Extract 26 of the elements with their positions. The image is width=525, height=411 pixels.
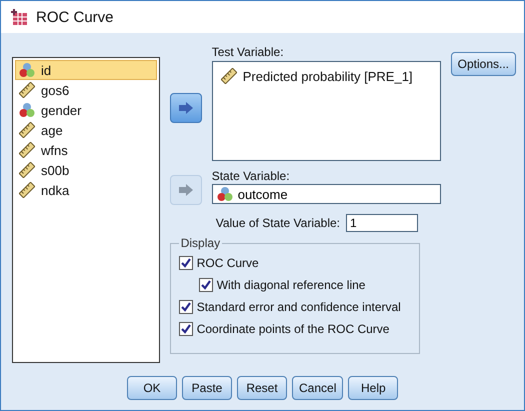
variable-item[interactable]: id bbox=[15, 60, 157, 80]
dialog-button[interactable]: Paste bbox=[182, 376, 232, 400]
variable-item[interactable]: gender bbox=[15, 100, 157, 120]
variable-item[interactable]: gos6 bbox=[15, 80, 157, 100]
field-label: Value of State Variable: bbox=[216, 216, 340, 230]
dialog-button[interactable]: Help bbox=[348, 376, 398, 400]
variable-item[interactable]: wfns bbox=[15, 140, 157, 160]
variable-item[interactable]: Predicted probability [PRE_1] bbox=[216, 66, 436, 86]
options-button[interactable]: Options... bbox=[450, 52, 516, 76]
checkbox-label: Coordinate points of the ROC Curve bbox=[196, 322, 390, 336]
checkbox-label: Standard error and confidence interval bbox=[196, 300, 401, 314]
dialog-button[interactable]: Reset bbox=[237, 376, 287, 400]
checkbox-label: With diagonal reference line bbox=[216, 278, 366, 292]
field-label: Test Variable: bbox=[212, 45, 285, 59]
state-variable-field[interactable]: outcome bbox=[212, 184, 441, 204]
window-title: ROC Curve bbox=[36, 8, 114, 26]
variable-item[interactable]: s00b bbox=[15, 160, 157, 180]
test-variable-box[interactable]: Predicted probability [PRE_1] bbox=[212, 61, 441, 161]
checkbox-label: ROC Curve bbox=[196, 256, 259, 270]
dialog-button[interactable]: OK bbox=[127, 376, 177, 400]
dialog-button[interactable]: Cancel bbox=[292, 376, 344, 400]
group-title: Display bbox=[180, 236, 222, 250]
input-field[interactable]: 1 bbox=[346, 214, 418, 232]
variable-item[interactable]: ndka bbox=[15, 180, 157, 200]
variable-item[interactable]: age bbox=[15, 120, 157, 140]
field-label: State Variable: bbox=[212, 169, 291, 183]
